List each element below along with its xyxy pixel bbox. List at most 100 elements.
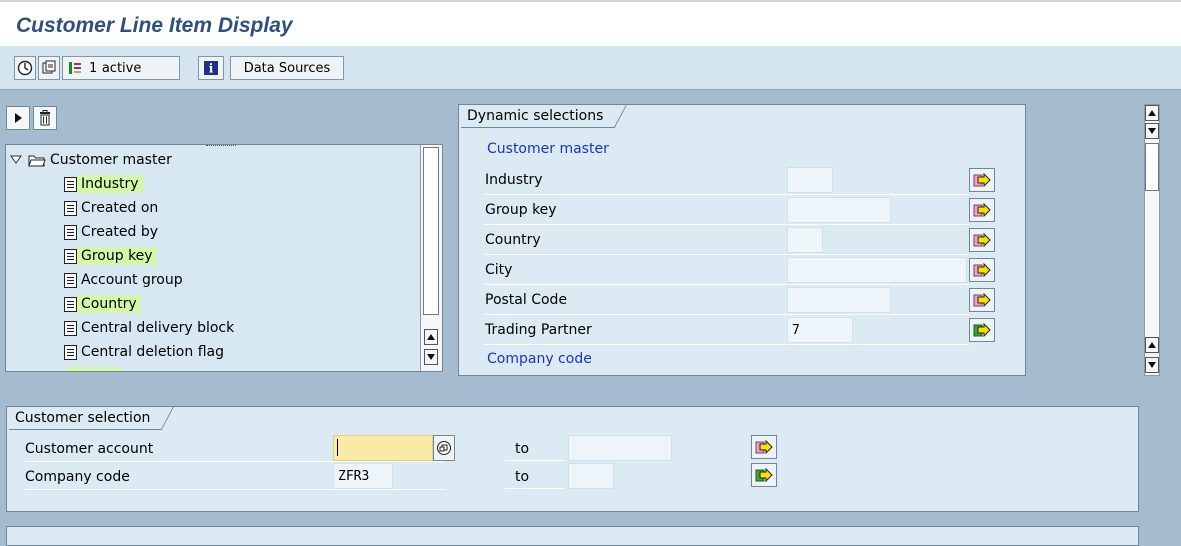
info-button[interactable]: i [198,56,224,80]
page-title: Customer Line Item Display [16,14,293,37]
tree-item-label: Central deletion flag [81,344,224,360]
dynamic-row-more-button[interactable] [969,198,995,222]
document-icon [64,272,77,288]
tree-scrollbar[interactable] [420,145,442,371]
dynamic-row-label: Group key [485,201,557,218]
document-icon [64,176,77,192]
multiple-selection-button[interactable] [433,435,455,461]
data-sources-button[interactable]: Data Sources [230,56,344,80]
tree-item[interactable]: Created on [64,196,162,220]
dynamic-page-up[interactable] [1145,337,1159,353]
search-help-icon [437,441,451,455]
execute-button[interactable] [14,56,36,80]
dynamic-row-input[interactable] [787,257,967,283]
customer-account-more-button[interactable] [751,435,777,459]
application-toolbar: 1 active i Data Sources [0,46,1181,90]
dynamic-row-label: Country [485,231,541,248]
dynamic-row-label: Industry [485,171,543,188]
dynamic-selections-panel: Dynamic selections Customer master Indus… [458,104,1026,376]
dynamic-selections-button[interactable]: 1 active [62,56,180,80]
company-code-to-input[interactable] [568,463,614,489]
document-icon [64,296,77,312]
tree-item-label: Industry [77,175,143,193]
arrow-right-yellow-icon [973,292,991,308]
expand-button[interactable] [6,106,30,130]
folder-open-icon [28,155,46,167]
section-customer-master: Customer master [487,141,609,157]
arrow-right-green-icon [973,322,991,338]
dynamic-row-more-button[interactable] [969,258,995,282]
arrow-right-yellow-icon [973,232,991,248]
dynamic-scrollbar[interactable] [1144,104,1160,376]
customer-selection-panel: Customer selection Customer account to C… [6,406,1139,512]
to-label-2: to [505,465,565,489]
dynamic-row-more-button[interactable] [969,318,995,342]
tree-item-label: Central delivery block [81,320,235,336]
document-icon [64,200,77,216]
dynamic-row-label: Trading Partner [485,321,592,338]
dynamic-row-label: Postal Code [485,291,568,308]
dynamic-row: Postal Code [485,285,969,315]
tree-item[interactable]: Industry [64,172,143,196]
company-code-more-button[interactable] [751,463,777,487]
tree-item[interactable]: Central delivery block [64,316,238,340]
dynamic-row-input[interactable]: 7 [787,317,853,343]
tree-root-label: Customer master [50,152,172,168]
tree-item-label: Group key [77,247,157,265]
arrow-right-yellow-icon [755,439,773,455]
arrow-right-yellow-icon [973,202,991,218]
dynamic-row-more-button[interactable] [969,288,995,312]
company-code-label: Company code [25,469,130,485]
tree-item[interactable]: Group key [64,244,157,268]
document-icon [64,344,77,360]
dynamic-row-input[interactable] [787,227,823,253]
tree-item-label: Created by [81,224,159,240]
dynamic-scroll-up[interactable] [1145,105,1159,121]
dynamic-row-input[interactable] [787,287,891,313]
triangle-down-icon [1148,362,1156,368]
customer-account-label: Customer account [25,441,154,457]
active-label: active [101,60,142,76]
arrow-right-green-icon [755,467,773,483]
dynamic-row: Group key [485,195,969,225]
customer-account-input[interactable] [333,435,433,461]
dynamic-row-more-button[interactable] [969,228,995,252]
tree-item[interactable]: Created by [64,220,162,244]
triangle-down-icon [427,354,435,360]
arrow-right-yellow-icon [973,262,991,278]
get-variant-button[interactable] [38,56,60,80]
tree-scroll-thumb[interactable] [423,147,439,315]
customer-selection-tab[interactable]: Customer selection [9,407,163,430]
splitter-handle[interactable] [206,145,236,148]
triangle-up-icon [1148,110,1156,116]
document-icon [64,248,77,264]
info-icon: i [204,61,218,76]
dynamic-selections-tab[interactable]: Dynamic selections [461,105,616,128]
collapse-triangle-icon[interactable] [10,154,22,166]
tree-scroll-down[interactable] [424,349,438,365]
to-label-1: to [505,437,565,461]
dynamic-scroll-thumb[interactable] [1145,143,1159,191]
dynamic-page-down[interactable] [1145,357,1159,373]
triangle-up-icon [427,334,435,340]
dynamic-selections-icon [69,62,81,74]
tree-item[interactable]: Central deletion flag [64,340,228,364]
tree-item[interactable]: Country [64,292,141,316]
text-cursor [337,439,338,456]
tree-item-label: Country [77,295,141,313]
company-code-input[interactable]: ZFR3 [333,463,393,489]
selection-screen-tab-partial [6,526,1139,546]
delete-button[interactable] [33,106,57,130]
tree-item[interactable]: Account group [64,268,187,292]
tree-scroll-up[interactable] [424,329,438,345]
tree-root[interactable]: Customer master [10,148,176,172]
dynamic-row-input[interactable] [787,167,833,193]
dynamic-row-input[interactable] [787,197,891,223]
trash-icon [40,110,50,126]
tree-item-partial [66,367,122,371]
dynamic-scroll-down[interactable] [1145,123,1159,139]
customer-account-to-input[interactable] [568,435,672,461]
document-icon [64,320,77,336]
copy-variant-icon [42,60,56,74]
dynamic-row-more-button[interactable] [969,168,995,192]
